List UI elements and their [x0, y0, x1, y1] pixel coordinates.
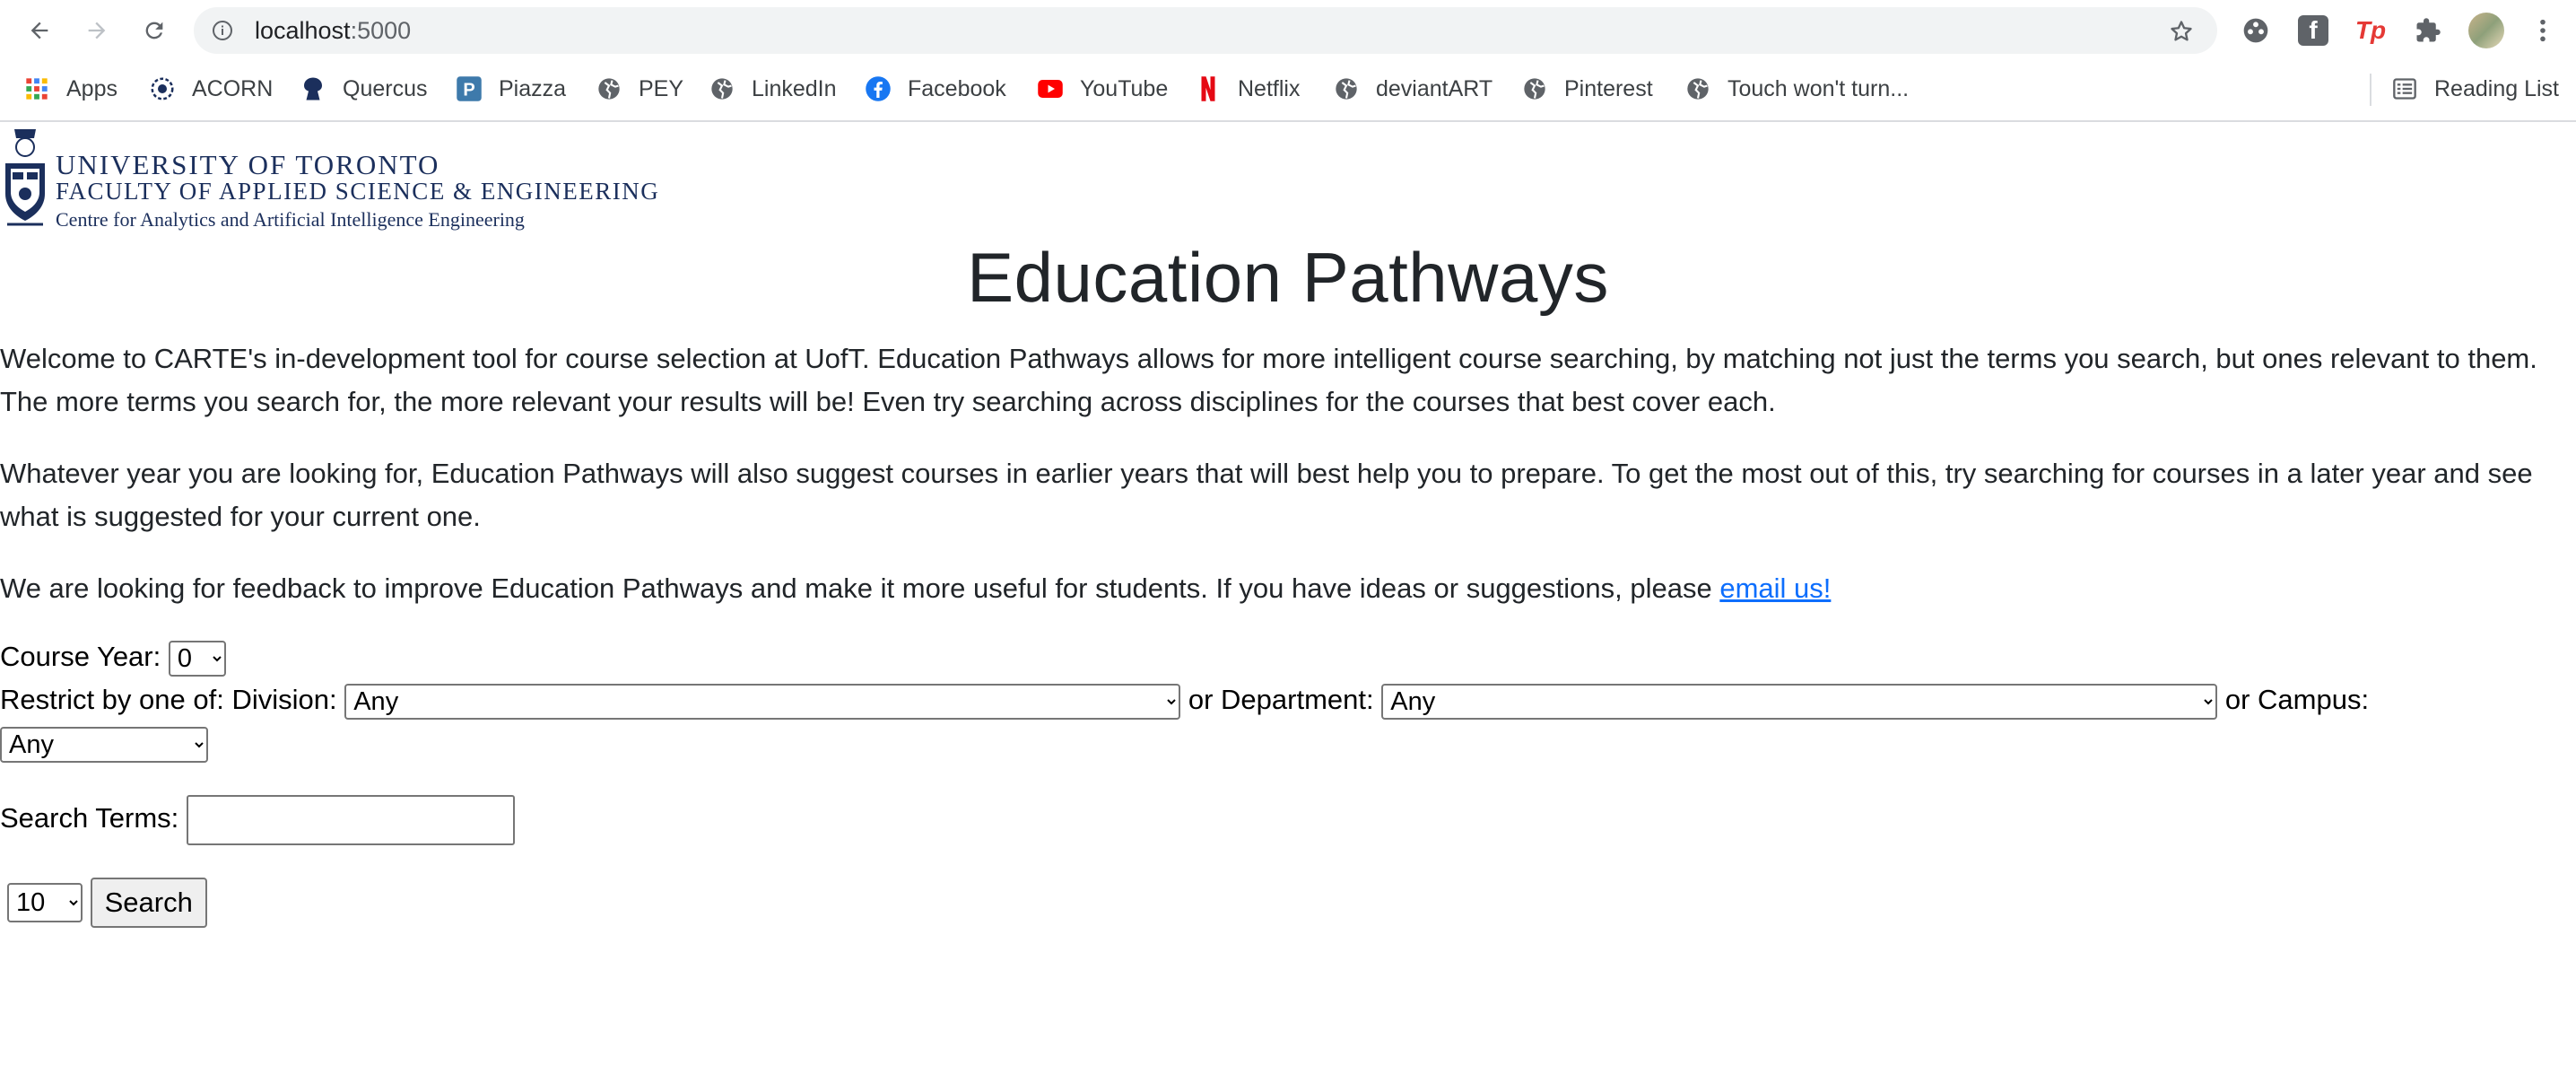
- intro-paragraph-1: Welcome to CARTE's in-development tool f…: [0, 343, 2537, 417]
- browser-menu-icon[interactable]: [2529, 15, 2556, 46]
- bookmark-pinterest[interactable]: Pinterest: [1521, 61, 1653, 117]
- bookmark-label: Touch won't turn...: [1727, 75, 1910, 101]
- profile-avatar[interactable]: [2468, 13, 2504, 48]
- globe-icon: [1521, 75, 1548, 102]
- campus-select[interactable]: Any: [0, 727, 208, 763]
- page-title: Education Pathways: [967, 238, 1609, 317]
- reload-icon: [145, 22, 163, 39]
- reading-list-label: Reading List: [2434, 75, 2559, 101]
- logo-university: UNIVERSITY OF TORONTO: [56, 149, 440, 180]
- info-icon[interactable]: [212, 20, 233, 41]
- course-year-select[interactable]: 0: [168, 641, 226, 677]
- bookmarks-bar: Apps ACORN Quercus P Piazza PEY LinkedIn: [0, 61, 2576, 122]
- bookmark-label: YouTube: [1080, 75, 1169, 101]
- bookmark-label: PEY: [639, 75, 684, 101]
- acorn-icon: [149, 75, 176, 102]
- search-terms-row: Search Terms:: [0, 795, 515, 845]
- extension-reel-icon[interactable]: [2241, 15, 2271, 46]
- bookmark-linkedin[interactable]: LinkedIn: [709, 61, 837, 117]
- bookmark-label: Piazza: [499, 75, 567, 101]
- forward-arrow-icon: [88, 22, 106, 39]
- campus-label: or Campus:: [2224, 684, 2370, 716]
- extension-f-label: f: [2309, 16, 2318, 44]
- restrict-row: Restrict by one of: Division: Any or Dep…: [0, 684, 2369, 720]
- reading-list-button[interactable]: Reading List: [2391, 61, 2559, 117]
- course-year-label: Course Year:: [0, 641, 161, 673]
- feedback-text: We are looking for feedback to improve E…: [0, 572, 1720, 604]
- bookmark-label: Netflix: [1238, 75, 1301, 101]
- address-bar[interactable]: localhost:5000: [194, 7, 2217, 54]
- bookmark-label: ACORN: [192, 75, 274, 101]
- extension-tp-icon[interactable]: Tp: [2355, 15, 2386, 46]
- department-select[interactable]: Any: [1381, 684, 2218, 720]
- piazza-icon: P: [456, 75, 483, 102]
- results-count-select[interactable]: 10: [7, 883, 83, 922]
- department-label: or Department:: [1188, 684, 1374, 716]
- logo-faculty: FACULTY OF APPLIED SCIENCE & ENGINEERING: [56, 178, 660, 205]
- netflix-icon: [1195, 75, 1222, 102]
- bookmark-label: Pinterest: [1564, 75, 1653, 101]
- intro-paragraph-2: Whatever year you are looking for, Educa…: [0, 458, 2533, 532]
- url-port: :5000: [350, 17, 412, 44]
- page-content: UNIVERSITY OF TORONTO FACULTY OF APPLIED…: [0, 122, 2576, 1066]
- bookmark-label: LinkedIn: [752, 75, 837, 101]
- bookmark-touch-wont-turn[interactable]: Touch won't turn...: [1684, 61, 1909, 117]
- logo-centre: Centre for Analytics and Artificial Inte…: [56, 208, 525, 231]
- search-button[interactable]: Search: [90, 878, 207, 928]
- bookmark-youtube[interactable]: YouTube: [1037, 61, 1168, 117]
- bookmark-facebook[interactable]: Facebook: [865, 61, 1006, 117]
- extensions-puzzle-icon[interactable]: [2413, 15, 2443, 46]
- search-row: 10 Search: [7, 878, 207, 928]
- browser-toolbar: localhost:5000 f Tp: [0, 0, 2576, 61]
- globe-icon: [596, 75, 622, 102]
- search-terms-label: Search Terms:: [0, 802, 179, 834]
- svg-text:P: P: [463, 81, 474, 100]
- youtube-icon: [1037, 75, 1064, 102]
- apps-grid-icon: [23, 75, 50, 102]
- bookmark-pey[interactable]: PEY: [596, 61, 683, 117]
- url-host: localhost: [255, 17, 351, 44]
- division-select[interactable]: Any: [344, 684, 1181, 720]
- uoft-crest-icon: [5, 129, 45, 226]
- feedback-paragraph: We are looking for feedback to improve E…: [0, 567, 2565, 610]
- extension-tp-label: Tp: [2354, 16, 2387, 44]
- bookmark-label: Quercus: [343, 75, 428, 101]
- url-text[interactable]: localhost:5000: [255, 7, 411, 54]
- bookmark-label: deviantART: [1376, 75, 1493, 101]
- bookmark-star-icon[interactable]: [2169, 19, 2194, 44]
- uoft-logo: UNIVERSITY OF TORONTO FACULTY OF APPLIED…: [0, 122, 658, 239]
- bookmark-apps[interactable]: Apps: [23, 61, 117, 117]
- forward-button[interactable]: [75, 9, 118, 52]
- bookmark-acorn[interactable]: ACORN: [149, 61, 273, 117]
- bookmark-label: Apps: [66, 75, 117, 101]
- bookmark-deviantart[interactable]: deviantART: [1333, 61, 1493, 117]
- bookmark-quercus[interactable]: Quercus: [300, 61, 427, 117]
- restrict-label: Restrict by one of: Division:: [0, 684, 337, 716]
- globe-icon: [1333, 75, 1360, 102]
- back-button[interactable]: [18, 9, 61, 52]
- campus-row: Any: [0, 727, 208, 763]
- quercus-icon: [300, 75, 326, 102]
- bookmark-netflix[interactable]: Netflix: [1195, 61, 1300, 117]
- search-terms-input[interactable]: [186, 795, 515, 845]
- globe-icon: [709, 75, 735, 102]
- facebook-icon: [865, 75, 892, 102]
- bookmarks-separator: [2370, 74, 2371, 106]
- reload-button[interactable]: [133, 9, 176, 52]
- extension-f-icon[interactable]: f: [2298, 15, 2328, 46]
- back-arrow-icon: [30, 22, 48, 39]
- bookmark-piazza[interactable]: P Piazza: [456, 61, 566, 117]
- course-year-row: Course Year: 0: [0, 641, 226, 677]
- bookmark-label: Facebook: [908, 75, 1006, 101]
- globe-icon: [1684, 75, 1711, 102]
- email-us-link[interactable]: email us!: [1719, 572, 1831, 604]
- reading-list-icon: [2391, 75, 2418, 102]
